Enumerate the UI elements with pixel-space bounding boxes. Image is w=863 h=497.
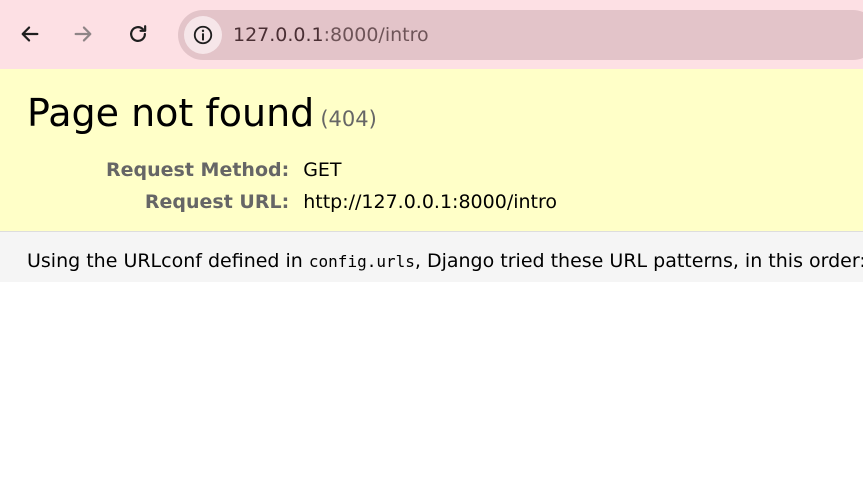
info-circle-icon bbox=[193, 25, 213, 45]
address-bar[interactable]: 127.0.0.1:8000/intro bbox=[178, 10, 863, 60]
urlconf-module: config.urls bbox=[308, 252, 415, 271]
urlconf-message-suffix: , Django tried these URL patterns, in th… bbox=[414, 250, 863, 272]
arrow-left-icon bbox=[21, 26, 39, 42]
reload-icon bbox=[130, 25, 147, 42]
browser-toolbar: 127.0.0.1:8000/intro bbox=[0, 0, 863, 69]
reload-button[interactable] bbox=[120, 16, 156, 52]
url-text[interactable]: 127.0.0.1:8000/intro bbox=[233, 22, 429, 48]
url-host: 127.0.0.1 bbox=[233, 24, 324, 46]
request-method-value: GET bbox=[303, 159, 342, 181]
request-method-row: Request Method: GET bbox=[94, 154, 557, 186]
request-url-value: http://127.0.0.1:8000/intro bbox=[303, 191, 558, 213]
page-title-text: Page not found bbox=[27, 91, 315, 135]
request-method-label: Request Method: bbox=[106, 159, 290, 181]
request-meta-table: Request Method: GET Request URL: http://… bbox=[94, 154, 557, 218]
page-title: Page not found (404) bbox=[27, 89, 377, 143]
site-info-button[interactable] bbox=[184, 16, 222, 54]
url-path: :8000/intro bbox=[323, 24, 429, 46]
urlconf-message-prefix: Using the URLconf defined in bbox=[27, 250, 309, 272]
urlconf-message: Using the URLconf defined in config.urls… bbox=[27, 248, 863, 275]
forward-button[interactable] bbox=[65, 16, 101, 52]
back-button[interactable] bbox=[12, 16, 48, 52]
request-url-row: Request URL: http://127.0.0.1:8000/intro bbox=[94, 186, 557, 218]
error-summary: Page not found (404) Request Method: GET … bbox=[0, 69, 863, 232]
request-url-label: Request URL: bbox=[144, 191, 290, 213]
error-info: Using the URLconf defined in config.urls… bbox=[0, 232, 863, 282]
status-code: (404) bbox=[320, 107, 377, 131]
arrow-right-icon bbox=[74, 26, 92, 42]
